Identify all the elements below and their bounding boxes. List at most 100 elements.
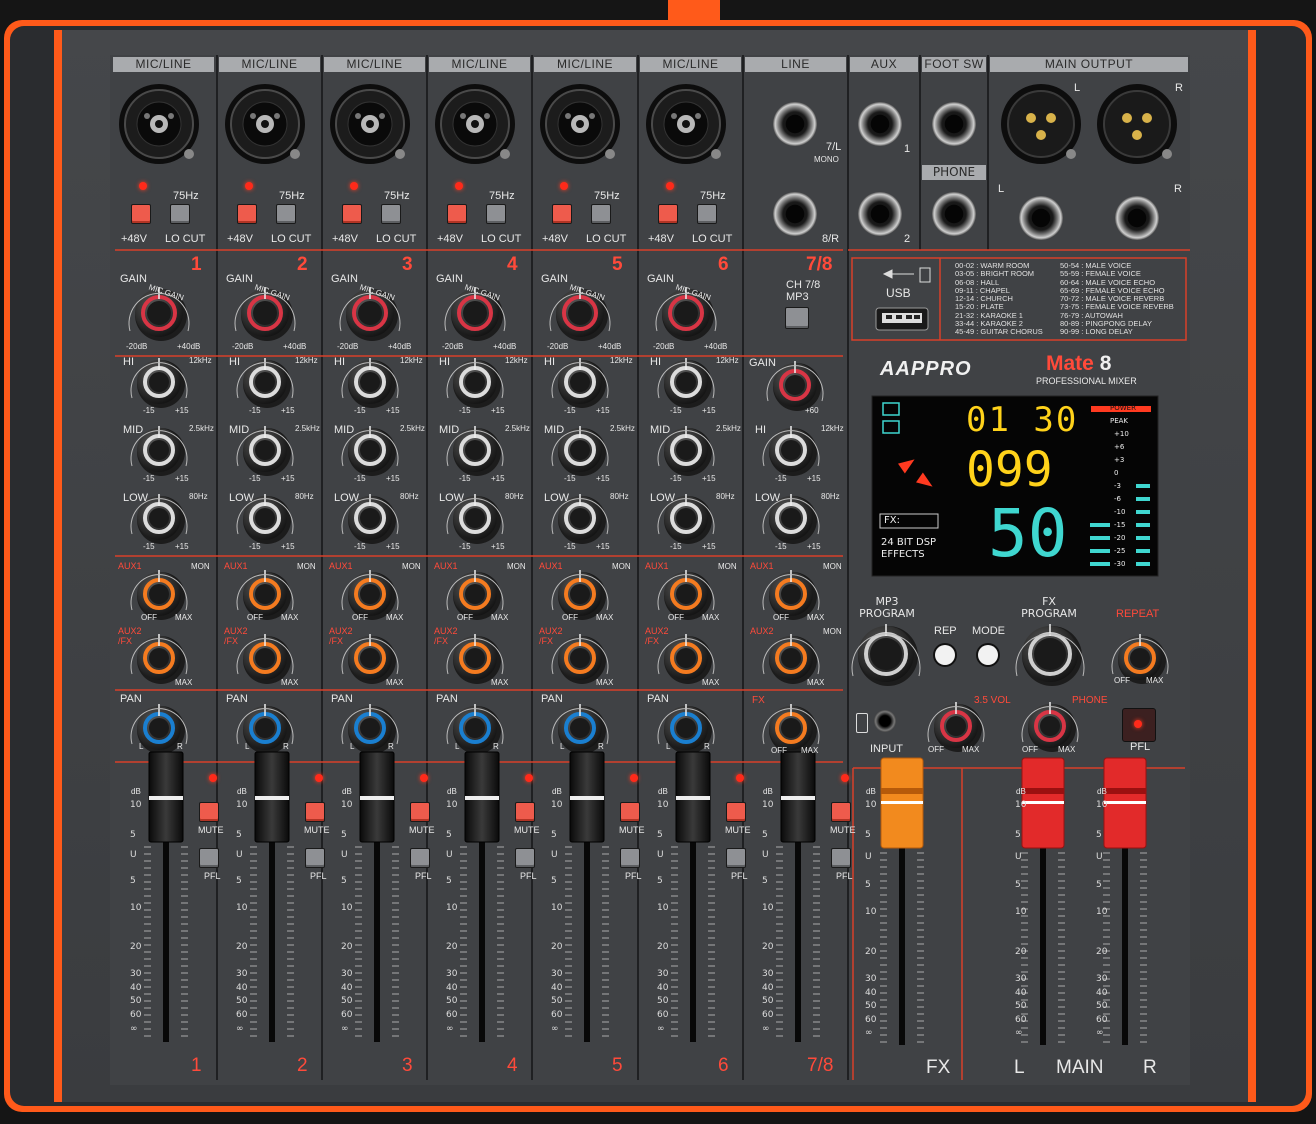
main-output-xlr-r[interactable] bbox=[1097, 84, 1177, 164]
main-output-trs-r[interactable] bbox=[1115, 196, 1159, 240]
mute-button-ch2[interactable] bbox=[305, 802, 325, 822]
line-input-8r[interactable] bbox=[773, 192, 817, 236]
phantom-button-ch4[interactable] bbox=[447, 204, 467, 224]
hi-label-ch3: HI bbox=[334, 356, 345, 368]
fader-scale-fx: 5 bbox=[865, 880, 871, 890]
line-mono-label: MONO bbox=[814, 155, 839, 164]
locut-button-ch5[interactable] bbox=[591, 204, 611, 224]
db-label-ch7: dB bbox=[763, 787, 773, 796]
phone-jack[interactable] bbox=[932, 192, 976, 236]
aux-output-1[interactable] bbox=[858, 102, 902, 146]
fader-main-r[interactable] bbox=[1103, 757, 1147, 849]
mute-button-ch3[interactable] bbox=[410, 802, 430, 822]
combo-input-ch2[interactable] bbox=[225, 84, 305, 164]
fader-fx[interactable] bbox=[880, 757, 924, 849]
pfl-button-ch2[interactable] bbox=[305, 848, 325, 868]
pfl-button-ch4[interactable] bbox=[515, 848, 535, 868]
fader-scale-ch5: 20 bbox=[551, 942, 563, 952]
pan-r-ch1: R bbox=[177, 742, 183, 751]
phantom-button-ch1[interactable] bbox=[131, 204, 151, 224]
fader-scale-ch7: 50 bbox=[762, 996, 774, 1006]
aux1-label-ch1: AUX1 bbox=[118, 561, 142, 571]
db-label-ch3: dB bbox=[342, 787, 352, 796]
fader-scale-fx: 30 bbox=[865, 974, 877, 984]
pfl-button-ch1[interactable] bbox=[199, 848, 219, 868]
main-output-xlr-l[interactable] bbox=[1001, 84, 1081, 164]
input-jack[interactable] bbox=[874, 710, 896, 732]
fader-scale-ch2: 60 bbox=[236, 1010, 248, 1020]
hi-min-ch7: -15 bbox=[775, 474, 787, 483]
rep-button[interactable] bbox=[935, 645, 955, 665]
usb-label: USB bbox=[886, 286, 911, 300]
locut-button-ch3[interactable] bbox=[381, 204, 401, 224]
fader-ch4[interactable] bbox=[464, 751, 500, 843]
locut-button-ch6[interactable] bbox=[697, 204, 717, 224]
combo-input-ch6[interactable] bbox=[646, 84, 726, 164]
fader-scale-main-l: 20 bbox=[1015, 947, 1027, 957]
fx-preset-list-left: 00-02 : WARM ROOM 03-05 : BRIGHT ROOM 06-0… bbox=[955, 261, 1043, 337]
fader-ch5[interactable] bbox=[569, 751, 605, 843]
fader-scale-fx: 50 bbox=[865, 1001, 877, 1011]
combo-input-ch1[interactable] bbox=[119, 84, 199, 164]
mute-button-ch1[interactable] bbox=[199, 802, 219, 822]
phantom-button-ch3[interactable] bbox=[342, 204, 362, 224]
pan-r-ch6: R bbox=[704, 742, 710, 751]
fader-scale-ch3: 60 bbox=[341, 1010, 353, 1020]
fader-ch7[interactable] bbox=[780, 751, 816, 843]
gain-min-ch1: -20dB bbox=[126, 342, 148, 351]
phantom-button-ch5[interactable] bbox=[552, 204, 572, 224]
pfl-button-ch7[interactable] bbox=[831, 848, 851, 868]
hz-label-ch2: 75Hz bbox=[279, 190, 305, 202]
mute-button-ch6[interactable] bbox=[726, 802, 746, 822]
locut-button-ch4[interactable] bbox=[486, 204, 506, 224]
main-output-trs-l[interactable] bbox=[1019, 196, 1063, 240]
mute-button-ch4[interactable] bbox=[515, 802, 535, 822]
aux1-off-ch5: OFF bbox=[562, 613, 578, 622]
hz-label-ch6: 75Hz bbox=[700, 190, 726, 202]
fader-scale-ch6: ∞ bbox=[657, 1024, 665, 1034]
fx-program-label: FX PROGRAM bbox=[1021, 595, 1077, 620]
aux-2-label: 2 bbox=[904, 233, 911, 245]
phantom-button-ch6[interactable] bbox=[658, 204, 678, 224]
fader-scale-ch3: 40 bbox=[341, 983, 353, 993]
fader-scale-ch3: 50 bbox=[341, 996, 353, 1006]
gain-max-ch5: +40dB bbox=[598, 342, 622, 351]
pfl-button-ch6[interactable] bbox=[726, 848, 746, 868]
fader-ch3[interactable] bbox=[359, 751, 395, 843]
fader-ch2[interactable] bbox=[254, 751, 290, 843]
locut-button-ch1[interactable] bbox=[170, 204, 190, 224]
gain-max-ch4: +40dB bbox=[493, 342, 517, 351]
pfl-label-ch5: PFL bbox=[625, 871, 642, 881]
mute-button-ch5[interactable] bbox=[620, 802, 640, 822]
mid-freq-ch6: 2.5kHz bbox=[716, 424, 741, 433]
phantom-led-ch3 bbox=[350, 182, 358, 190]
low-min-ch4: -15 bbox=[459, 542, 471, 551]
aux1-max-ch6: MAX bbox=[702, 613, 720, 622]
aux-output-2[interactable] bbox=[858, 192, 902, 236]
combo-input-ch5[interactable] bbox=[540, 84, 620, 164]
mute-led-ch4 bbox=[525, 774, 533, 782]
lcd-dsp1: 24 BIT DSP bbox=[881, 537, 937, 548]
meter-label: POWER bbox=[1110, 404, 1136, 412]
foot-switch-jack[interactable] bbox=[932, 102, 976, 146]
fader-ch1[interactable] bbox=[148, 751, 184, 843]
pfl-main-led bbox=[1134, 720, 1142, 728]
fader-main-l[interactable] bbox=[1021, 757, 1065, 849]
ch78-mp3-switch[interactable] bbox=[785, 307, 809, 329]
fx-off-st: OFF bbox=[771, 746, 787, 755]
pfl-button-ch5[interactable] bbox=[620, 848, 640, 868]
fader-ch6[interactable] bbox=[675, 751, 711, 843]
mute-button-ch7[interactable] bbox=[831, 802, 851, 822]
mon-label-ch2: MON bbox=[297, 562, 316, 571]
gain-label-ch3: GAIN bbox=[331, 273, 358, 285]
combo-input-ch3[interactable] bbox=[330, 84, 410, 164]
combo-input-ch4[interactable] bbox=[435, 84, 515, 164]
phantom-button-ch2[interactable] bbox=[237, 204, 257, 224]
fader-scale-main-r: ∞ bbox=[1096, 1028, 1104, 1038]
fx-slash-label-ch1: /FX bbox=[118, 636, 133, 646]
pfl-button-ch3[interactable] bbox=[410, 848, 430, 868]
line-input-7l[interactable] bbox=[773, 102, 817, 146]
locut-button-ch2[interactable] bbox=[276, 204, 296, 224]
mode-button[interactable] bbox=[978, 645, 998, 665]
low-label-ch6: LOW bbox=[650, 492, 676, 504]
